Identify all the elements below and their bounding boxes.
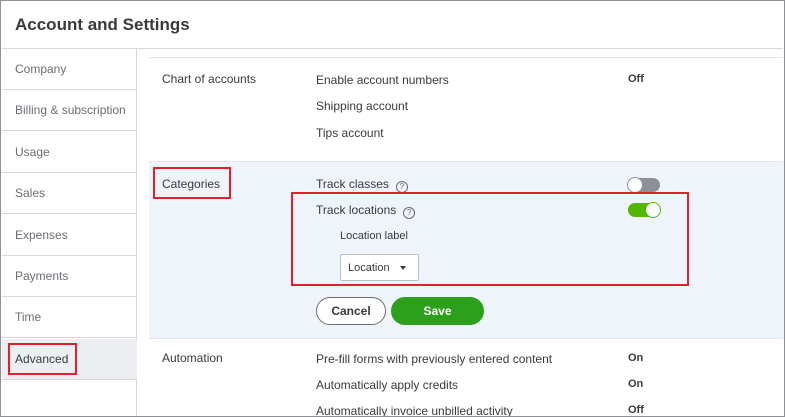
track-locations-label: Track locations <box>316 203 397 217</box>
row-prefill-forms[interactable]: Pre-fill forms with previously entered c… <box>316 352 552 366</box>
row-invoice-unbilled[interactable]: Automatically invoice unbilled activity <box>316 404 513 416</box>
save-button[interactable]: Save <box>391 297 484 325</box>
section-divider <box>149 338 783 339</box>
content-top-divider <box>149 57 783 58</box>
help-icon[interactable]: ? <box>403 206 416 219</box>
section-label-categories: Categories <box>162 177 221 191</box>
sidebar-item-usage[interactable]: Usage <box>2 132 137 173</box>
row-shipping-account[interactable]: Shipping account <box>316 99 408 113</box>
track-locations-row: Track locations? <box>316 203 416 219</box>
help-icon[interactable]: ? <box>395 180 408 193</box>
toggle-knob <box>645 202 661 218</box>
location-label-caption: Location label <box>340 230 408 242</box>
track-classes-toggle[interactable] <box>627 177 660 193</box>
sidebar-item-expenses[interactable]: Expenses <box>2 215 137 256</box>
row-tips-account[interactable]: Tips account <box>316 126 384 140</box>
row-apply-credits[interactable]: Automatically apply credits <box>316 378 458 392</box>
chevron-down-icon <box>400 266 406 270</box>
page-title: Account and Settings <box>15 15 190 34</box>
value-enable-account-numbers: Off <box>628 73 644 85</box>
section-label-chart-of-accounts: Chart of accounts <box>162 72 257 86</box>
settings-window: Account and Settings Company Billing & s… <box>0 0 785 417</box>
section-label-automation: Automation <box>162 351 223 365</box>
location-label-select[interactable]: Location <box>340 254 419 281</box>
toggle-knob <box>627 177 643 193</box>
sidebar-item-time[interactable]: Time <box>2 297 137 338</box>
sidebar-item-sales[interactable]: Sales <box>2 173 137 214</box>
value-prefill-forms: On <box>628 352 644 364</box>
location-label-select-value: Location <box>348 261 390 274</box>
sidebar-item-billing-subscription[interactable]: Billing & subscription <box>2 90 137 131</box>
sidebar-item-company[interactable]: Company <box>2 49 137 90</box>
row-enable-account-numbers[interactable]: Enable account numbers <box>316 73 449 87</box>
track-classes-row: Track classes? <box>316 177 408 193</box>
value-invoice-unbilled: Off <box>628 404 644 416</box>
value-apply-credits: On <box>628 378 644 390</box>
cancel-button[interactable]: Cancel <box>316 297 386 325</box>
settings-sidebar: Company Billing & subscription Usage Sal… <box>2 49 137 416</box>
section-divider <box>149 161 783 162</box>
track-locations-toggle[interactable] <box>628 202 661 218</box>
sidebar-item-advanced[interactable]: Advanced <box>2 339 137 380</box>
sidebar-item-payments[interactable]: Payments <box>2 256 137 297</box>
track-classes-label: Track classes <box>316 177 389 191</box>
